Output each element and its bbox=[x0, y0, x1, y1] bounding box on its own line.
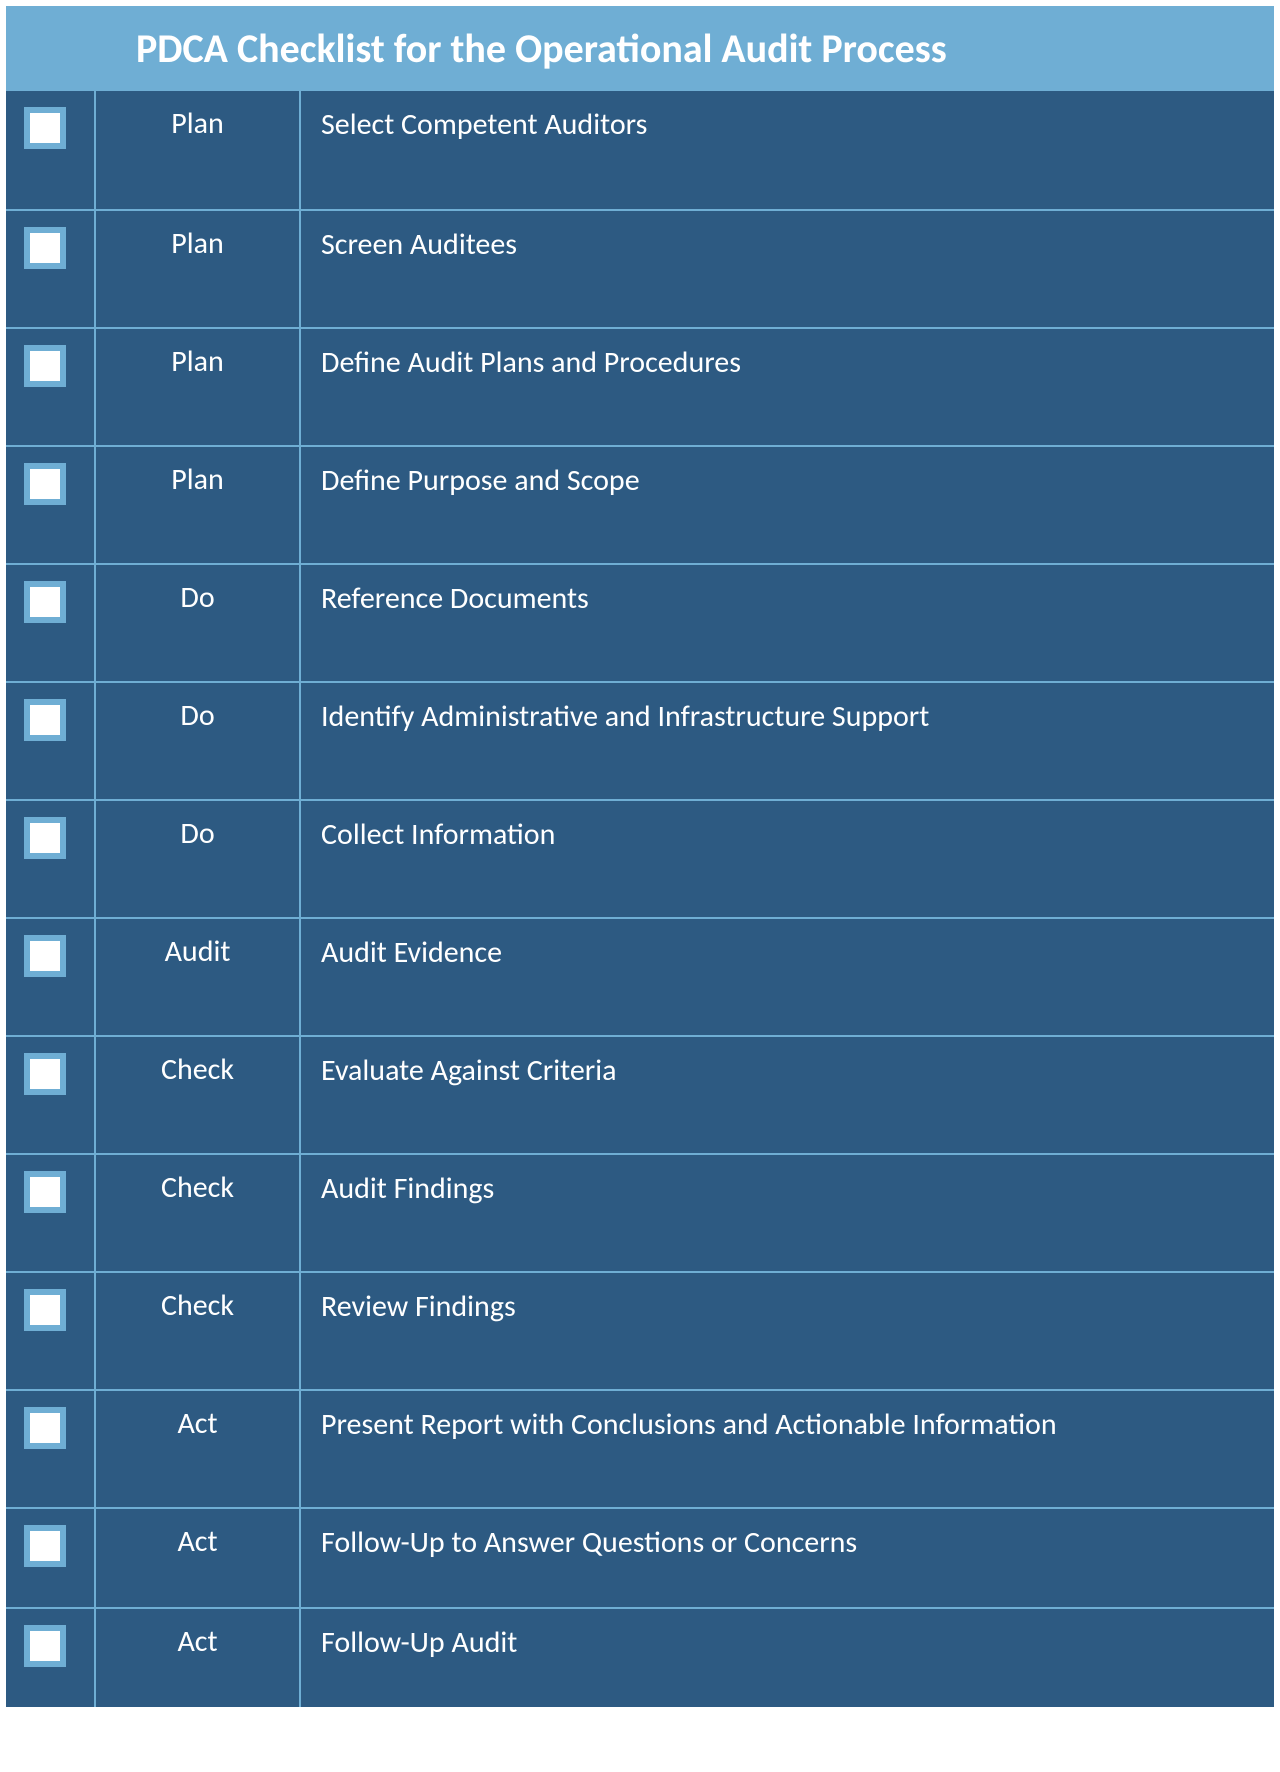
table-row: PlanSelect Competent Auditors bbox=[6, 91, 1274, 209]
phase-label: Do bbox=[96, 683, 301, 799]
checkbox-icon[interactable] bbox=[24, 345, 66, 387]
checkbox-icon[interactable] bbox=[24, 1525, 66, 1567]
checkbox-icon[interactable] bbox=[24, 817, 66, 859]
table-row: DoCollect Information bbox=[6, 799, 1274, 917]
checkbox-icon[interactable] bbox=[24, 1053, 66, 1095]
checkbox-cell bbox=[6, 919, 96, 1035]
task-description: Screen Auditees bbox=[301, 211, 1274, 327]
task-description: Identify Administrative and Infrastructu… bbox=[301, 683, 1274, 799]
checkbox-icon[interactable] bbox=[24, 463, 66, 505]
checkbox-cell bbox=[6, 91, 96, 209]
phase-label: Plan bbox=[96, 211, 301, 327]
phase-label: Act bbox=[96, 1391, 301, 1507]
checkbox-cell bbox=[6, 1273, 96, 1389]
phase-label: Act bbox=[96, 1509, 301, 1607]
checkbox-cell bbox=[6, 1037, 96, 1153]
checkbox-icon[interactable] bbox=[24, 1171, 66, 1213]
checkbox-cell bbox=[6, 211, 96, 327]
table-row: ActFollow-Up Audit bbox=[6, 1607, 1274, 1707]
task-description: Reference Documents bbox=[301, 565, 1274, 681]
phase-label: Check bbox=[96, 1273, 301, 1389]
table-row: ActFollow-Up to Answer Questions or Conc… bbox=[6, 1507, 1274, 1607]
page-title: PDCA Checklist for the Operational Audit… bbox=[6, 6, 1274, 91]
table-row: ActPresent Report with Conclusions and A… bbox=[6, 1389, 1274, 1507]
task-description: Present Report with Conclusions and Acti… bbox=[301, 1391, 1274, 1507]
task-description: Collect Information bbox=[301, 801, 1274, 917]
task-description: Define Audit Plans and Procedures bbox=[301, 329, 1274, 445]
checkbox-icon[interactable] bbox=[24, 1289, 66, 1331]
checkbox-icon[interactable] bbox=[24, 699, 66, 741]
task-description: Evaluate Against Criteria bbox=[301, 1037, 1274, 1153]
phase-label: Do bbox=[96, 801, 301, 917]
checkbox-cell bbox=[6, 565, 96, 681]
table-row: AuditAudit Evidence bbox=[6, 917, 1274, 1035]
task-description: Follow-Up to Answer Questions or Concern… bbox=[301, 1509, 1274, 1607]
phase-label: Plan bbox=[96, 91, 301, 209]
table-row: CheckEvaluate Against Criteria bbox=[6, 1035, 1274, 1153]
table-row: DoReference Documents bbox=[6, 563, 1274, 681]
task-description: Audit Evidence bbox=[301, 919, 1274, 1035]
checkbox-cell bbox=[6, 1509, 96, 1607]
checklist-body: PlanSelect Competent AuditorsPlanScreen … bbox=[6, 91, 1274, 1707]
table-row: PlanDefine Purpose and Scope bbox=[6, 445, 1274, 563]
checklist-document: PDCA Checklist for the Operational Audit… bbox=[6, 6, 1274, 1707]
checkbox-cell bbox=[6, 447, 96, 563]
table-row: CheckAudit Findings bbox=[6, 1153, 1274, 1271]
checkbox-icon[interactable] bbox=[24, 227, 66, 269]
phase-label: Check bbox=[96, 1037, 301, 1153]
checkbox-icon[interactable] bbox=[24, 581, 66, 623]
task-description: Audit Findings bbox=[301, 1155, 1274, 1271]
phase-label: Check bbox=[96, 1155, 301, 1271]
phase-label: Act bbox=[96, 1609, 301, 1707]
phase-label: Plan bbox=[96, 447, 301, 563]
table-row: DoIdentify Administrative and Infrastruc… bbox=[6, 681, 1274, 799]
checkbox-icon[interactable] bbox=[24, 107, 66, 149]
table-row: PlanDefine Audit Plans and Procedures bbox=[6, 327, 1274, 445]
phase-label: Plan bbox=[96, 329, 301, 445]
task-description: Review Findings bbox=[301, 1273, 1274, 1389]
checkbox-cell bbox=[6, 801, 96, 917]
task-description: Select Competent Auditors bbox=[301, 91, 1274, 209]
checkbox-cell bbox=[6, 1391, 96, 1507]
checkbox-icon[interactable] bbox=[24, 1407, 66, 1449]
checkbox-icon[interactable] bbox=[24, 1625, 66, 1667]
checkbox-icon[interactable] bbox=[24, 935, 66, 977]
checkbox-cell bbox=[6, 329, 96, 445]
checkbox-cell bbox=[6, 1609, 96, 1707]
phase-label: Audit bbox=[96, 919, 301, 1035]
task-description: Follow-Up Audit bbox=[301, 1609, 1274, 1707]
table-row: PlanScreen Auditees bbox=[6, 209, 1274, 327]
task-description: Define Purpose and Scope bbox=[301, 447, 1274, 563]
phase-label: Do bbox=[96, 565, 301, 681]
checkbox-cell bbox=[6, 683, 96, 799]
table-row: CheckReview Findings bbox=[6, 1271, 1274, 1389]
checkbox-cell bbox=[6, 1155, 96, 1271]
